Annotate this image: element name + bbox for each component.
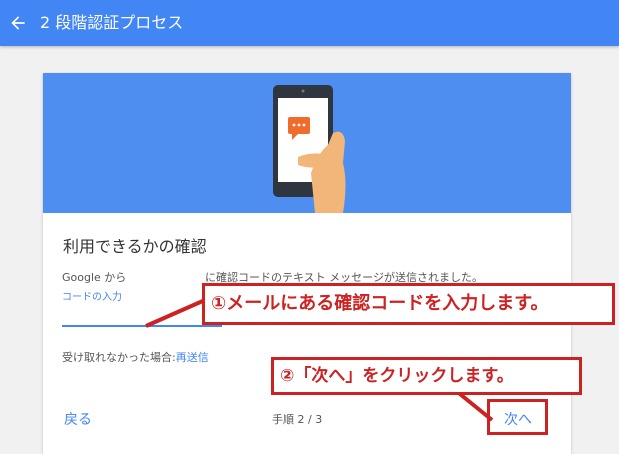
top-app-bar: 2 段階認証プロセス [0,0,619,46]
code-input[interactable]: コードの入力 [62,285,222,329]
page-title: 2 段階認証プロセス [40,13,184,32]
resend-row: 受け取れなかった場合:再送信 [62,349,209,365]
hero-banner [43,73,571,213]
code-input-placeholder: コードの入力 [62,292,122,303]
next-button-highlight [487,399,548,435]
source-label: Google から [62,271,127,284]
phone-chat-illustration [273,85,346,213]
code-input-underline [62,325,222,327]
arrow-left-icon[interactable] [8,13,28,33]
annotation-callout-2: ②「次へ」をクリックします。 [271,357,582,395]
step-indicator: 手順 2 / 3 [272,413,323,426]
annotation-callout-1: ①メールにある確認コードを入力します。 [202,283,615,325]
resend-link[interactable]: 再送信 [176,351,209,364]
resend-prompt: 受け取れなかった場合: [62,351,176,364]
back-button[interactable]: 戻る [64,409,92,429]
card-title: 利用できるかの確認 [63,237,207,256]
verification-card: 利用できるかの確認 Google から コードの入力 に確認コードのテキスト メ… [43,73,571,454]
